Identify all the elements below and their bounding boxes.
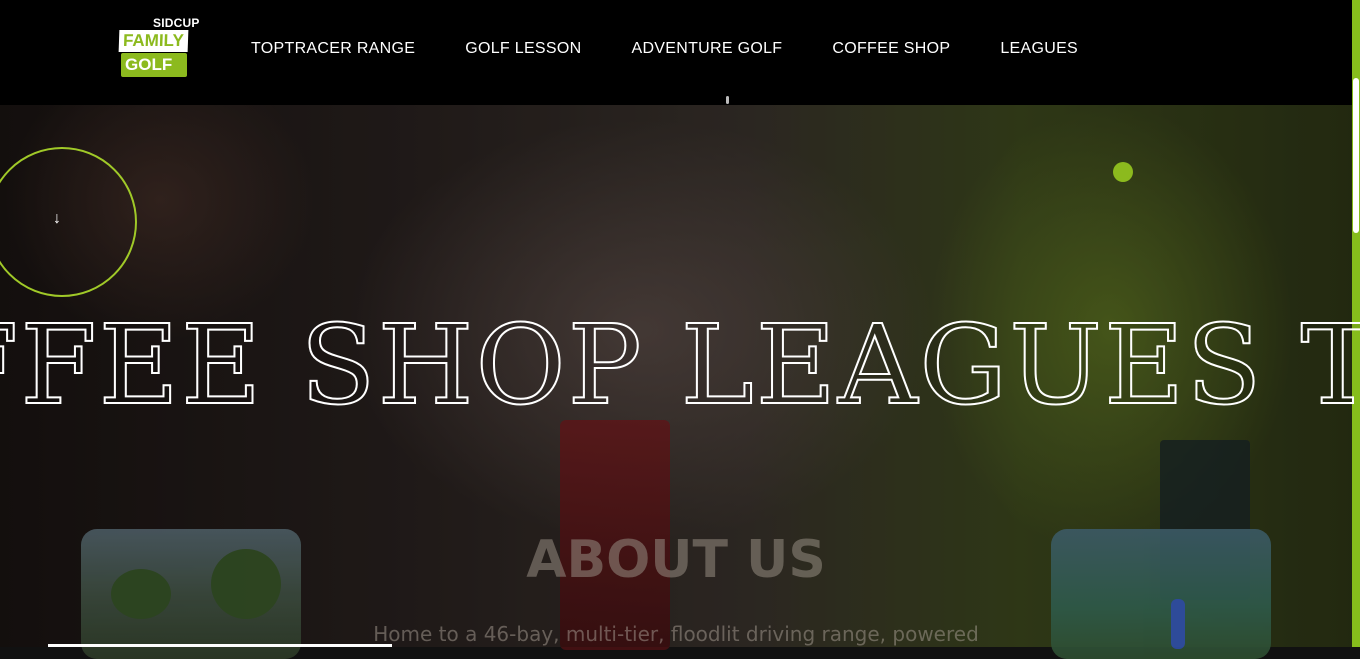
site-header: SIDCUP FAMILY GOLF TOPTRACER RANGE GOLF … [0, 0, 1352, 105]
about-description: Home to a 46-bay, multi-tier, floodlit d… [373, 622, 979, 646]
logo-sidcup-text: SIDCUP [153, 16, 200, 30]
logo-golf-text: GOLF [121, 53, 187, 77]
nav-indicator [726, 96, 729, 104]
cursor-dot [1113, 162, 1133, 182]
nav-adventure-golf[interactable]: ADVENTURE GOLF [631, 40, 782, 58]
nav-golf-lesson[interactable]: GOLF LESSON [465, 40, 581, 58]
hero-marquee-text: FFEE SHOP LEAGUES TO [0, 301, 1360, 429]
about-title: ABOUT US [526, 530, 826, 590]
main-nav: TOPTRACER RANGE GOLF LESSON ADVENTURE GO… [251, 40, 1128, 58]
site-logo[interactable]: SIDCUP FAMILY GOLF [118, 16, 203, 82]
arrow-down-icon[interactable]: ↓ [53, 210, 61, 228]
nav-leagues[interactable]: LEAGUES [1000, 40, 1078, 58]
scrollbar-thumb[interactable] [1353, 78, 1359, 233]
nav-coffee-shop[interactable]: COFFEE SHOP [832, 40, 950, 58]
nav-toptracer-range[interactable]: TOPTRACER RANGE [251, 40, 415, 58]
logo-family-text: FAMILY [118, 30, 189, 52]
